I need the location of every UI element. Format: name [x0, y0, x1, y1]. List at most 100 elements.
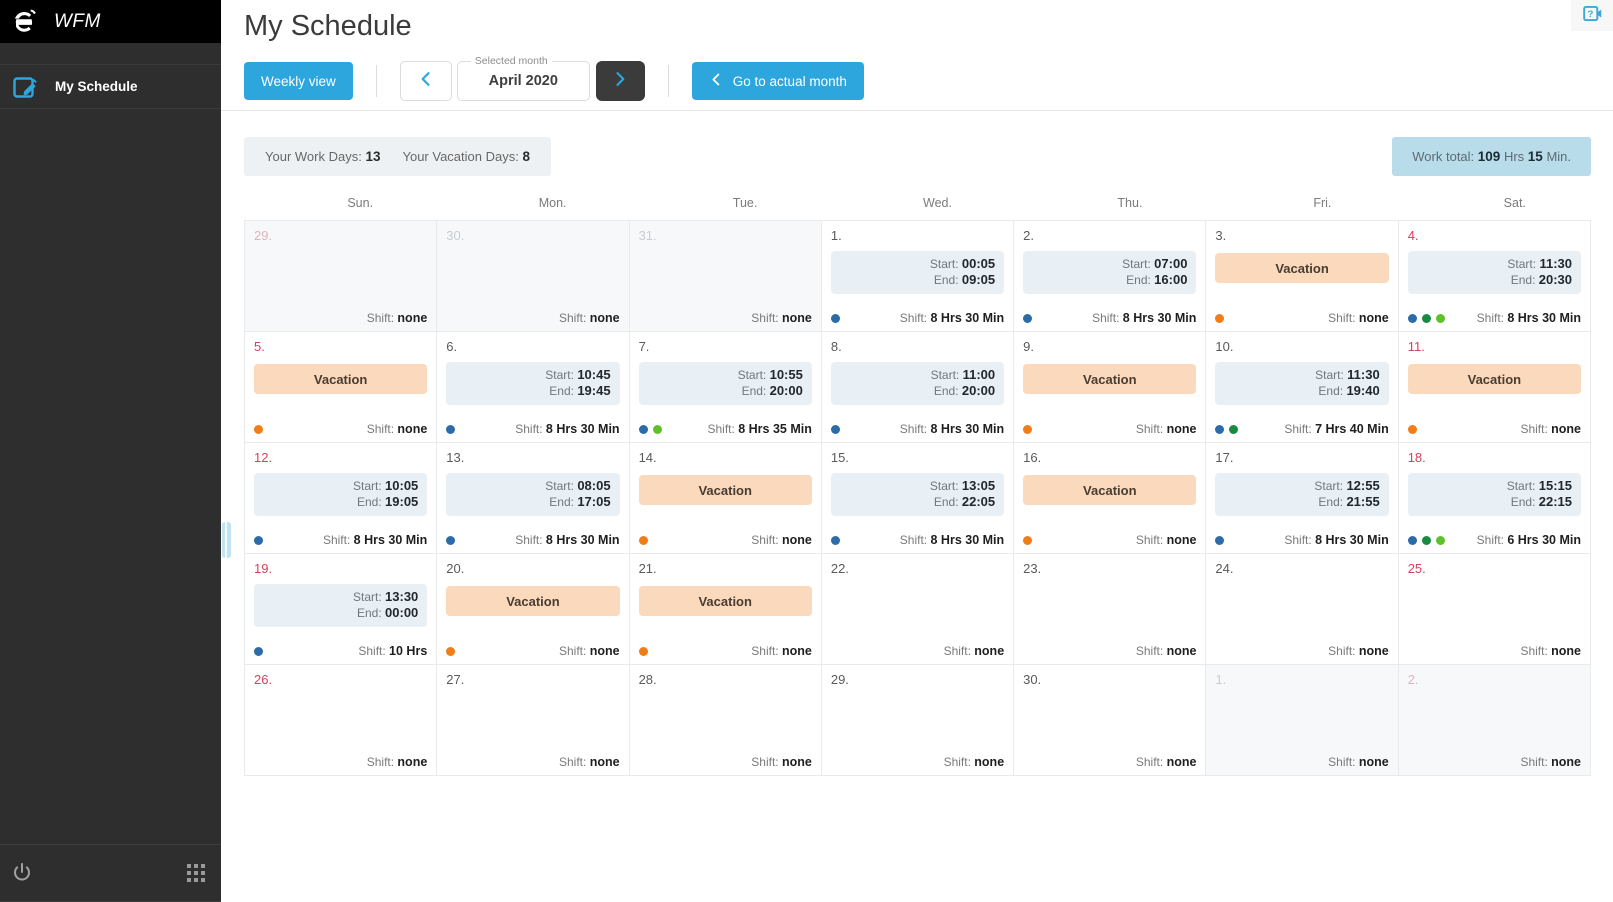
calendar-day-cell[interactable]: 7. Start: 10:55 End: 20:00 Shift: 8 Hrs 35 …: [629, 332, 822, 443]
shift-time-box[interactable]: Start: 08:05 End: 17:05: [446, 473, 620, 516]
shift-end-line: End: 20:00: [831, 383, 995, 399]
calendar-day-cell[interactable]: 18. Start: 15:15 End: 22:15 Shift: 6 Hrs 30…: [1398, 443, 1591, 554]
calendar-day-cell[interactable]: 30. Shift: none: [1014, 665, 1207, 776]
calendar-day-cell[interactable]: 13. Start: 08:05 End: 17:05 Shift: 8 Hrs 30…: [437, 443, 630, 554]
calendar-day-cell[interactable]: 28. Shift: none: [629, 665, 822, 776]
calendar-day-cell[interactable]: 25. Shift: none: [1398, 554, 1591, 665]
sidebar-resize-handle[interactable]: [222, 522, 231, 558]
shift-time-box[interactable]: Start: 11:30 End: 20:30: [1407, 251, 1581, 294]
shift-time-box[interactable]: Start: 10:55 End: 20:00: [638, 362, 812, 405]
calendar-day-cell[interactable]: 14. Vacation Shift: none: [629, 443, 822, 554]
calendar-day-cell[interactable]: 6. Start: 10:45 End: 19:45 Shift: 8 Hrs 30 …: [437, 332, 630, 443]
shift-start-line: Start: 10:05: [254, 478, 418, 494]
shift-time-box[interactable]: Start: 15:15 End: 22:15: [1407, 473, 1581, 516]
shift-time-box[interactable]: Start: 11:00 End: 20:00: [830, 362, 1005, 405]
selected-month-field[interactable]: Selected month April 2020: [456, 55, 590, 101]
work-total-minutes-unit: Min.: [1546, 149, 1571, 164]
vacation-badge[interactable]: Vacation: [446, 586, 620, 616]
vacation-badge[interactable]: Vacation: [1215, 253, 1389, 283]
sidebar-item-my-schedule[interactable]: My Schedule: [0, 65, 221, 108]
shift-time-box[interactable]: Start: 13:30 End: 00:00: [254, 584, 428, 627]
shift-time-box[interactable]: Start: 00:05 End: 09:05: [830, 251, 1005, 294]
calendar-day-cell[interactable]: 1. Start: 00:05 End: 09:05 Shift: 8 Hrs 30 …: [821, 221, 1015, 332]
svg-text:?: ?: [1587, 9, 1593, 20]
activity-dot-blue: [1407, 535, 1417, 545]
shift-duration: Shift: none: [367, 755, 428, 769]
vacation-badge[interactable]: Vacation: [254, 364, 428, 394]
calendar-day-cell[interactable]: 2. Shift: none: [1398, 665, 1591, 776]
vacation-badge[interactable]: Vacation: [1023, 364, 1197, 394]
day-footer: Shift: 8 Hrs 35 Min: [638, 422, 812, 436]
day-footer: Shift: none: [1023, 422, 1196, 436]
shift-time-box[interactable]: Start: 13:05 End: 22:05: [830, 473, 1005, 516]
shift-duration-label: Shift:: [358, 644, 386, 658]
shift-end-line: End: 20:00: [639, 383, 803, 399]
vacation-badge[interactable]: Vacation: [1407, 364, 1581, 394]
shift-time-box[interactable]: Start: 07:00 End: 16:00: [1023, 251, 1197, 294]
shift-time-box[interactable]: Start: 10:05 End: 19:05: [254, 473, 428, 516]
activity-dot-orange: [1407, 424, 1417, 434]
work-total-badge: Work total: 109 Hrs 15 Min.: [1392, 137, 1591, 176]
activity-dot-blue: [446, 535, 456, 545]
shift-duration: Shift: none: [751, 533, 812, 547]
shift-end-label: End:: [933, 273, 959, 287]
go-to-actual-month-button[interactable]: Go to actual month: [691, 62, 864, 100]
calendar-day-cell[interactable]: 27. Shift: none: [437, 665, 630, 776]
calendar-day-cell[interactable]: 5. Vacation Shift: none: [245, 332, 438, 443]
shift-time-box[interactable]: Start: 12:55 End: 21:55: [1215, 473, 1389, 516]
calendar-day-cell[interactable]: 8. Start: 11:00 End: 20:00 Shift: 8 Hrs 30 …: [821, 332, 1015, 443]
calendar-day-cell[interactable]: 24. Shift: none: [1206, 554, 1399, 665]
calendar-day-cell[interactable]: 31. Shift: none: [629, 221, 822, 332]
shift-duration: Shift: 8 Hrs 30 Min: [515, 422, 619, 436]
activity-dots: [1023, 535, 1033, 545]
calendar-day-cell[interactable]: 16. Vacation Shift: none: [1014, 443, 1207, 554]
activity-dot-blue: [1215, 424, 1225, 434]
calendar-day-cell[interactable]: 22. Shift: none: [821, 554, 1015, 665]
next-month-button[interactable]: [595, 61, 645, 101]
calendar-day-cell[interactable]: 29. Shift: none: [821, 665, 1015, 776]
activity-dots: [1407, 424, 1417, 434]
day-number: 19.: [254, 561, 273, 576]
calendar-day-cell[interactable]: 15. Start: 13:05 End: 22:05 Shift: 8 Hrs 30…: [821, 443, 1015, 554]
work-days-label: Your Work Days:: [265, 149, 362, 164]
day-footer: Shift: 8 Hrs 30 Min: [1407, 311, 1581, 325]
apps-grid-icon[interactable]: [187, 864, 205, 882]
vacation-badge[interactable]: Vacation: [1023, 475, 1197, 505]
calendar-day-cell[interactable]: 2. Start: 07:00 End: 16:00 Shift: 8 Hrs 30 …: [1014, 221, 1207, 332]
calendar-day-cell[interactable]: 21. Vacation Shift: none: [629, 554, 822, 665]
calendar-day-cell[interactable]: 10. Start: 11:30 End: 19:40 Shift: 7 Hrs 40…: [1206, 332, 1399, 443]
day-number: 21.: [638, 561, 657, 576]
day-footer: Shift: none: [831, 755, 1005, 769]
shift-time-box[interactable]: Start: 10:45 End: 19:45: [446, 362, 620, 405]
help-button[interactable]: ?: [1571, 0, 1613, 31]
calendar-day-cell[interactable]: 26. Shift: none: [245, 665, 438, 776]
vacation-badge[interactable]: Vacation: [638, 586, 812, 616]
calendar-day-cell[interactable]: 4. Start: 11:30 End: 20:30 Shift: 8 Hrs 30 …: [1398, 221, 1591, 332]
calendar-week-row: 12. Start: 10:05 End: 19:05 Shift: 8 Hrs 30…: [245, 443, 1591, 554]
shift-duration-value: none: [1166, 422, 1197, 436]
shift-time-box[interactable]: Start: 11:30 End: 19:40: [1215, 362, 1389, 405]
shift-duration-label: Shift:: [1328, 311, 1356, 325]
shift-duration-value: 8 Hrs 30 Min: [1315, 533, 1389, 547]
shift-end-label: End:: [549, 384, 574, 398]
calendar-day-cell[interactable]: 3. Vacation Shift: none: [1206, 221, 1399, 332]
calendar-day-cell[interactable]: 9. Vacation Shift: none: [1014, 332, 1207, 443]
calendar-day-cell[interactable]: 11. Vacation Shift: none: [1398, 332, 1591, 443]
shift-duration-value: none: [974, 644, 1005, 658]
calendar-day-cell[interactable]: 30. Shift: none: [437, 221, 630, 332]
prev-month-button[interactable]: [399, 61, 452, 101]
shift-end-value: 22:15: [1538, 494, 1572, 509]
activity-dot-orange: [1023, 535, 1033, 545]
vacation-badge[interactable]: Vacation: [638, 475, 812, 505]
calendar-day-cell[interactable]: 20. Vacation Shift: none: [437, 554, 630, 665]
calendar-day-cell[interactable]: 23. Shift: none: [1014, 554, 1207, 665]
work-days-counter: Your Work Days: 13: [265, 149, 380, 164]
weekly-view-button[interactable]: Weekly view: [244, 62, 353, 100]
calendar-day-cell[interactable]: 12. Start: 10:05 End: 19:05 Shift: 8 Hrs 30…: [245, 443, 438, 554]
work-total-label: Work total:: [1412, 149, 1475, 164]
power-icon[interactable]: [10, 861, 34, 885]
calendar-day-cell[interactable]: 29. Shift: none: [245, 221, 438, 332]
calendar-day-cell[interactable]: 1. Shift: none: [1206, 665, 1399, 776]
calendar-day-cell[interactable]: 17. Start: 12:55 End: 21:55 Shift: 8 Hrs 30…: [1206, 443, 1399, 554]
calendar-day-cell[interactable]: 19. Start: 13:30 End: 00:00 Shift: 10 Hrs: [245, 554, 438, 665]
